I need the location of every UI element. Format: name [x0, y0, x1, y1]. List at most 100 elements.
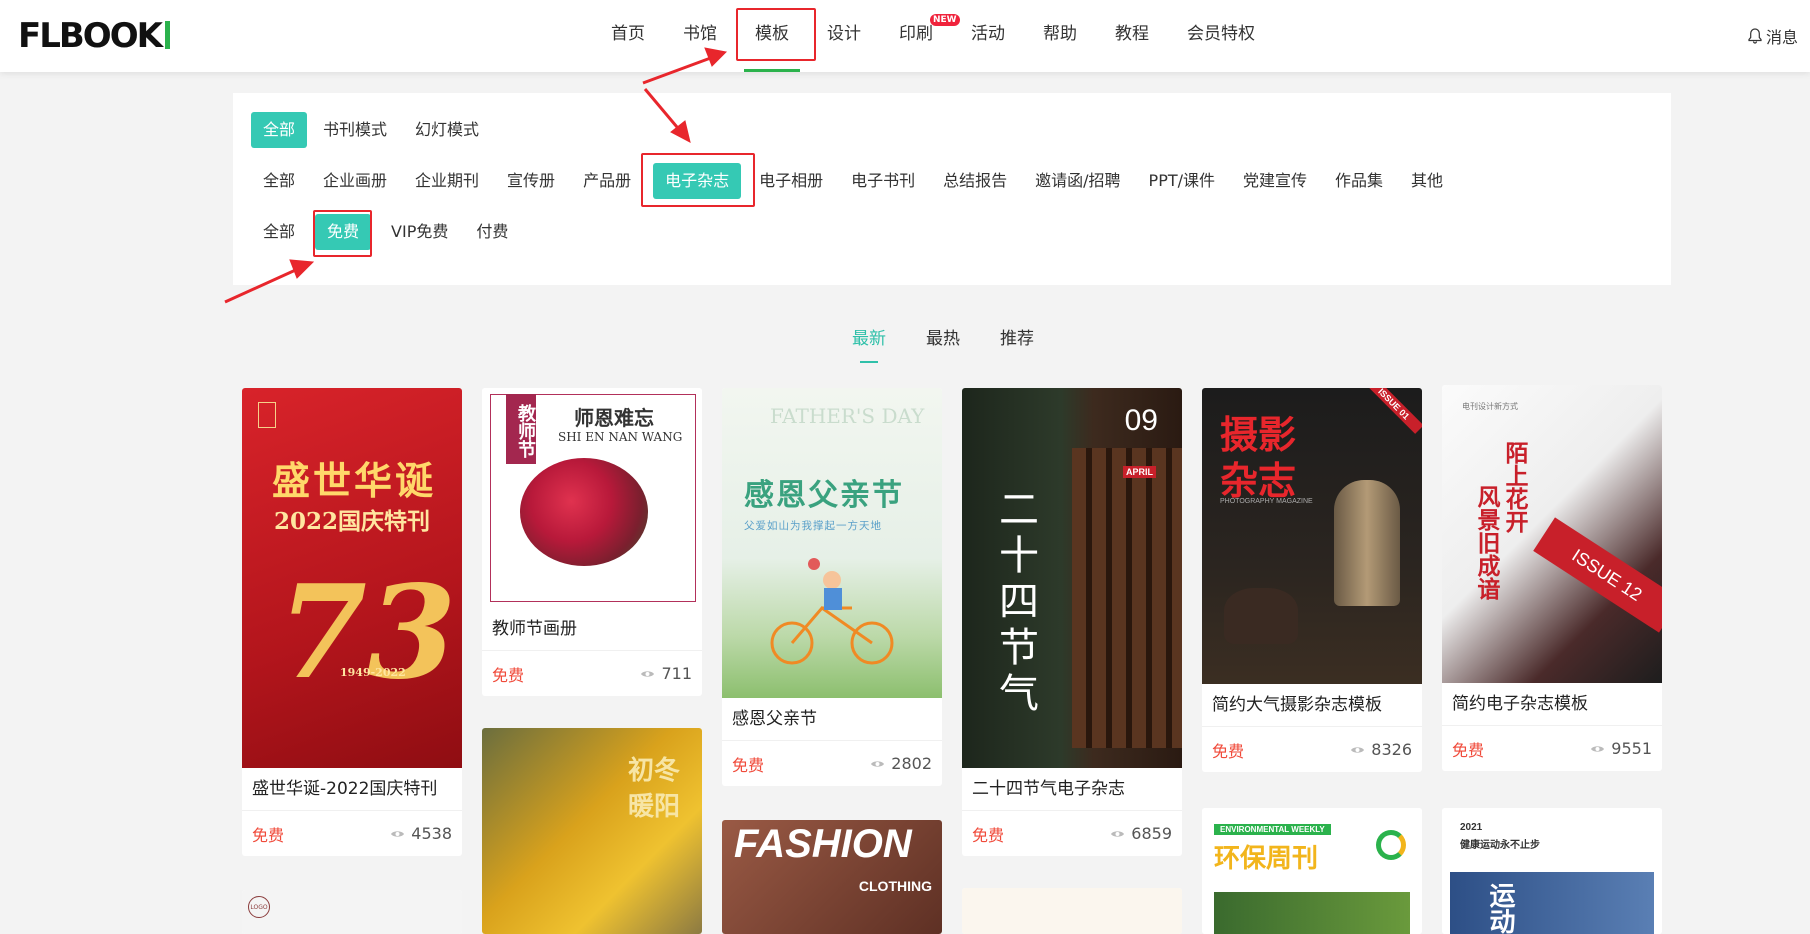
template-card[interactable]: 教师节 师恩难忘 SHI EN NAN WANG 教师节画册 免费 711: [482, 388, 702, 696]
price-label: 免费: [732, 755, 765, 775]
card-meta: 免费 6859: [962, 810, 1182, 856]
price-label: 免费: [492, 665, 525, 685]
nav-home[interactable]: 首页: [592, 0, 664, 72]
sort-hottest[interactable]: 最热: [920, 320, 966, 353]
template-card[interactable]: 摄影 杂志 PHOTOGRAPHY MAGAZINE ISSUE 01 简约大气…: [1202, 388, 1422, 772]
card-title: 教师节画册: [492, 619, 577, 639]
nav-label: 活动: [971, 24, 1005, 44]
card-title: 简约大气摄影杂志模板: [1212, 695, 1382, 715]
cover-title: 健康运动永不止步: [1460, 840, 1540, 851]
cover-month: APRIL: [1123, 466, 1156, 478]
category-brochure[interactable]: 宣传册: [495, 163, 567, 199]
mode-all[interactable]: 全部: [251, 112, 308, 148]
template-cover: [962, 888, 1182, 934]
sort-recommended[interactable]: 推荐: [994, 320, 1040, 353]
template-cover: FATHER'S DAY 感恩父亲节 父爱如山为我撑起一方天地: [722, 388, 942, 698]
category-e-album[interactable]: 电子相册: [747, 163, 835, 199]
category-all[interactable]: 全部: [251, 163, 307, 199]
wooden-window: [1072, 448, 1182, 748]
category-other[interactable]: 其他: [1399, 163, 1455, 199]
nav-label: 书馆: [683, 24, 717, 44]
card-title: 感恩父亲节: [732, 709, 817, 729]
nav-library[interactable]: 书馆: [664, 0, 736, 72]
template-card[interactable]: 初冬 暖阳: [482, 728, 702, 934]
view-count-value: 2802: [891, 754, 932, 773]
template-cover: LOGO: [242, 890, 462, 934]
flower-bouquet: [520, 458, 648, 566]
template-card[interactable]: FATHER'S DAY 感恩父亲节 父爱如山为我撑起一方天地 感恩父亲节 免费…: [722, 388, 942, 786]
mode-book[interactable]: 书刊模式: [311, 112, 399, 148]
card-meta: 免费 9551: [1442, 725, 1662, 771]
cover-years: 1949-2022: [340, 666, 406, 679]
price-label: 免费: [1212, 741, 1245, 761]
price-filter-row: 全部 免费 VIP免费 付费: [251, 214, 524, 250]
nav-label: 首页: [611, 24, 645, 44]
nav-templates[interactable]: 模板: [736, 0, 816, 72]
template-card[interactable]: 电刊设计新方式 陌上花开 风景旧成谙 ISSUE 12 简约电子杂志模板 免费 …: [1442, 385, 1662, 771]
flbook-logo[interactable]: FLBOOK: [18, 18, 170, 54]
nav-help[interactable]: 帮助: [1024, 0, 1096, 72]
cover-tag: ENVIRONMENTAL WEEKLY: [1214, 824, 1331, 835]
nav-label: 印刷: [899, 24, 933, 44]
cover-title: 初冬: [627, 756, 680, 786]
issue-ribbon: ISSUE 01: [1364, 388, 1422, 434]
sort-newest[interactable]: 最新: [846, 320, 892, 363]
template-cover: ENVIRONMENTAL WEEKLY 环保周刊: [1202, 808, 1422, 934]
price-label: 免费: [972, 825, 1005, 845]
eye-icon: [871, 760, 885, 767]
category-e-magazine[interactable]: 电子杂志: [653, 163, 742, 199]
category-party[interactable]: 党建宣传: [1231, 163, 1319, 199]
eye-icon: [1351, 746, 1365, 753]
category-e-book[interactable]: 电子书刊: [839, 163, 927, 199]
template-card[interactable]: LOGO: [242, 890, 462, 934]
cover-subtitle: 杂志: [1220, 458, 1297, 503]
cover-photo: [1214, 892, 1410, 934]
cover-title: 环保周刊: [1214, 844, 1319, 874]
template-card[interactable]: [962, 888, 1182, 934]
template-card[interactable]: 二十四节气 09 APRIL 二十四节气电子杂志 免费 6859: [962, 388, 1182, 856]
price-paid[interactable]: 付费: [464, 214, 520, 250]
cover-title: FATHER'S DAY: [770, 404, 925, 428]
cover-subtitle: SHI EN NAN WANG: [558, 430, 683, 444]
view-count: 4538: [390, 824, 452, 843]
category-invitation[interactable]: 邀请函/招聘: [1023, 163, 1132, 199]
card-title: 简约电子杂志模板: [1452, 694, 1588, 714]
main-nav: 首页 书馆 模板 设计 印刷 NEW 活动 帮助 教程 会员特权: [592, 0, 1274, 72]
nav-vip[interactable]: 会员特权: [1168, 0, 1274, 72]
category-corporate-album[interactable]: 企业画册: [311, 163, 399, 199]
logo-text: FLBOOK: [18, 16, 163, 56]
category-corporate-journal[interactable]: 企业期刊: [403, 163, 491, 199]
template-cover: 初冬 暖阳: [482, 728, 702, 934]
category-portfolio[interactable]: 作品集: [1323, 163, 1395, 199]
price-all[interactable]: 全部: [251, 214, 307, 250]
template-cover: 电刊设计新方式 陌上花开 风景旧成谙 ISSUE 12: [1442, 385, 1662, 683]
category-report[interactable]: 总结报告: [931, 163, 1019, 199]
sort-tabs: 最新 最热 推荐: [846, 320, 1040, 363]
cover-year: 2021: [1460, 822, 1483, 833]
nav-print[interactable]: 印刷 NEW: [880, 0, 960, 72]
view-count-value: 8326: [1371, 740, 1412, 759]
nav-design[interactable]: 设计: [808, 0, 880, 72]
price-label: 免费: [1452, 740, 1485, 760]
template-card[interactable]: 2021 健康运动永不止步 运动: [1442, 808, 1662, 934]
price-vip-free[interactable]: VIP免费: [379, 214, 460, 250]
template-cover: 2021 健康运动永不止步 运动: [1442, 808, 1662, 934]
card-title: 二十四节气电子杂志: [972, 779, 1125, 799]
seal-icon: [258, 402, 276, 428]
template-card[interactable]: ENVIRONMENTAL WEEKLY 环保周刊: [1202, 808, 1422, 934]
messages-button[interactable]: 消息: [1748, 24, 1798, 48]
card-title: 盛世华诞-2022国庆特刊: [252, 779, 438, 799]
mode-slide[interactable]: 幻灯模式: [403, 112, 491, 148]
top-header: FLBOOK 首页 书馆 模板 设计 印刷 NEW 活动 帮助 教程 会员特权 消…: [0, 0, 1810, 72]
price-free[interactable]: 免费: [315, 214, 372, 250]
category-product-album[interactable]: 产品册: [571, 163, 643, 199]
template-card[interactable]: 盛世华诞 2022国庆特刊 73 1949-2022 盛世华诞-2022国庆特刊…: [242, 388, 462, 856]
vase-illustration: [1334, 480, 1400, 606]
view-count-value: 6859: [1131, 824, 1172, 843]
nav-events[interactable]: 活动: [952, 0, 1024, 72]
nav-tutorials[interactable]: 教程: [1096, 0, 1168, 72]
price-label: 免费: [252, 825, 285, 845]
template-card[interactable]: FASHION CLOTHING: [722, 820, 942, 934]
teapot-illustration: [1224, 588, 1298, 644]
category-ppt[interactable]: PPT/课件: [1137, 163, 1227, 199]
